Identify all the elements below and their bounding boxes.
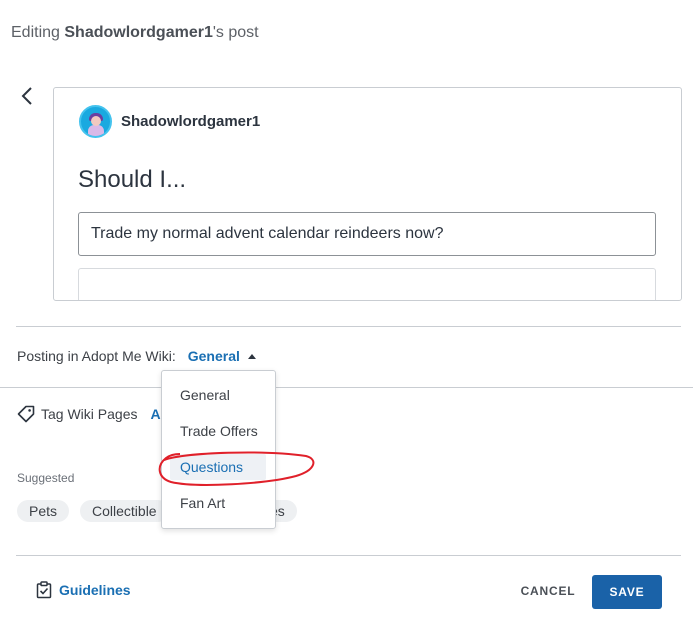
divider	[16, 326, 681, 327]
header-username: Shadowlordgamer1	[64, 24, 213, 41]
back-button[interactable]	[17, 84, 37, 108]
category-select-value: General	[187, 348, 240, 364]
divider	[16, 555, 681, 556]
author-row: Shadowlordgamer1	[79, 105, 260, 138]
category-dropdown-menu: General Trade Offers Questions Fan Art	[161, 370, 276, 529]
menu-item-fan-art[interactable]: Fan Art	[170, 490, 235, 516]
header-suffix: 's post	[212, 24, 259, 41]
cancel-button[interactable]: CANCEL	[510, 575, 586, 607]
save-button[interactable]: SAVE	[592, 575, 662, 609]
tag-wiki-pages-label: Tag Wiki Pages	[41, 406, 138, 422]
header-prefix: Editing	[11, 24, 65, 41]
suggested-tag-chip[interactable]: Pets	[17, 500, 70, 522]
post-preview-card: Shadowlordgamer1 Should I... Trade my no…	[53, 87, 682, 301]
guidelines-label: Guidelines	[59, 582, 131, 598]
menu-item-general[interactable]: General	[170, 382, 240, 408]
posting-in-label: Posting in Adopt Me Wiki:	[17, 348, 176, 364]
divider	[0, 387, 693, 388]
menu-item-questions[interactable]: Questions	[170, 454, 266, 480]
avatar	[79, 105, 112, 138]
tag-icon	[17, 405, 35, 423]
posting-in-row: Posting in Adopt Me Wiki: General	[17, 348, 256, 364]
category-select[interactable]: General	[188, 348, 256, 364]
edit-post-page: Editing Shadowlordgamer1's post Shadowlo…	[0, 0, 693, 622]
page-title: Editing Shadowlordgamer1's post	[11, 24, 259, 42]
poll-option-text: Trade my normal advent calendar reindeer…	[91, 225, 444, 242]
suggested-tag-chip[interactable]: Collectible	[80, 500, 169, 522]
poll-option-input[interactable]: Trade my normal advent calendar reindeer…	[78, 212, 656, 256]
guidelines-link[interactable]: Guidelines	[36, 581, 131, 599]
suggested-label: Suggested	[17, 471, 75, 485]
author-name: Shadowlordgamer1	[121, 113, 261, 130]
caret-up-icon	[247, 353, 256, 359]
post-title[interactable]: Should I...	[78, 166, 186, 194]
menu-item-trade-offers[interactable]: Trade Offers	[170, 418, 268, 444]
chevron-left-icon	[21, 87, 32, 105]
clipboard-check-icon	[36, 581, 52, 599]
poll-option-input[interactable]	[78, 268, 656, 300]
tag-wiki-pages-row: Tag Wiki Pages Ac	[17, 405, 168, 423]
